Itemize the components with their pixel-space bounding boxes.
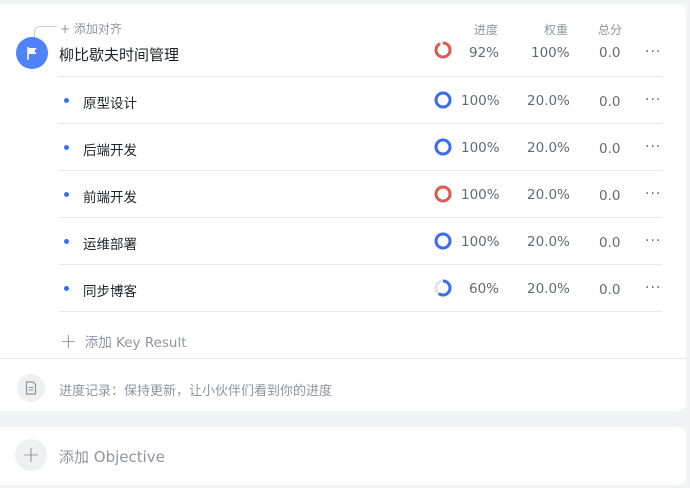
objective-score: 0.0 (599, 45, 621, 61)
bullet-dot (64, 145, 69, 150)
key-result-more-button[interactable]: ··· (645, 280, 661, 296)
divider (59, 217, 662, 218)
key-result-score: 0.0 (599, 282, 621, 298)
key-result-score: 0.0 (599, 141, 621, 157)
objective-progress-text: 92% (469, 45, 500, 61)
key-result-title[interactable]: 后端开发 (83, 139, 137, 159)
key-result-weight: 20.0% (527, 187, 570, 203)
key-result-progress-text: 100% (461, 187, 500, 203)
bullet-dot (64, 98, 69, 103)
key-result-more-button[interactable]: ··· (645, 233, 661, 249)
key-result-weight: 20.0% (527, 93, 570, 109)
column-score-header: 总分 (598, 23, 623, 37)
divider (59, 123, 662, 124)
plus-icon: + (60, 329, 77, 353)
key-result-weight: 20.0% (527, 140, 570, 156)
column-weight-header: 权重 (544, 23, 569, 37)
key-result-weight: 20.0% (527, 234, 570, 250)
add-key-result-button[interactable]: + 添加 Key Result (60, 329, 187, 353)
key-result-more-button[interactable]: ··· (645, 139, 661, 155)
key-result-progress-ring (434, 279, 452, 297)
objective-more-button[interactable]: ··· (645, 44, 661, 60)
progress-note-input[interactable]: 进度记录：保持更新，让小伙伴们看到你的进度 (59, 380, 332, 399)
bullet-dot (64, 192, 69, 197)
key-result-title[interactable]: 原型设计 (83, 92, 137, 112)
key-result-progress-ring (434, 232, 452, 250)
key-result-weight: 20.0% (527, 281, 570, 297)
bullet-dot (64, 239, 69, 244)
key-result-title[interactable]: 运维部署 (83, 233, 137, 253)
add-key-result-label: 添加 Key Result (84, 335, 187, 351)
key-result-progress-ring (434, 138, 452, 156)
key-result-score: 0.0 (599, 188, 621, 204)
key-result-progress-text: 60% (469, 281, 500, 297)
objective-title[interactable]: 柳比歇夫时间管理 (59, 44, 179, 65)
key-result-score: 0.0 (599, 94, 621, 110)
key-result-progress-text: 100% (461, 93, 500, 109)
key-result-title[interactable]: 同步博客 (83, 280, 137, 300)
objective-progress-ring (434, 41, 452, 59)
column-progress-header: 进度 (474, 23, 499, 37)
key-result-progress-ring (434, 91, 452, 109)
add-objective-label[interactable]: 添加 Objective (59, 446, 165, 467)
add-alignment-link[interactable]: + 添加对齐 (60, 20, 122, 37)
key-result-more-button[interactable]: ··· (645, 186, 661, 202)
key-result-progress-ring (434, 185, 452, 203)
flag-icon (16, 37, 48, 69)
key-result-progress-text: 100% (461, 234, 500, 250)
objective-card: + 添加对齐 柳比歇夫时间管理 进度 权重 总分 92% 100% 0.0 ··… (0, 4, 686, 411)
plus-icon[interactable]: + (15, 439, 47, 471)
bullet-dot (64, 286, 69, 291)
document-icon[interactable] (17, 374, 45, 402)
divider (59, 76, 662, 77)
key-result-title[interactable]: 前端开发 (83, 186, 137, 206)
add-objective-card[interactable]: + 添加 Objective (0, 427, 686, 485)
key-result-more-button[interactable]: ··· (645, 92, 661, 108)
objective-weight: 100% (531, 45, 570, 61)
key-result-score: 0.0 (599, 235, 621, 251)
divider (59, 264, 662, 265)
key-result-progress-text: 100% (461, 140, 500, 156)
divider (59, 170, 662, 171)
divider (0, 358, 686, 359)
divider (59, 311, 662, 312)
